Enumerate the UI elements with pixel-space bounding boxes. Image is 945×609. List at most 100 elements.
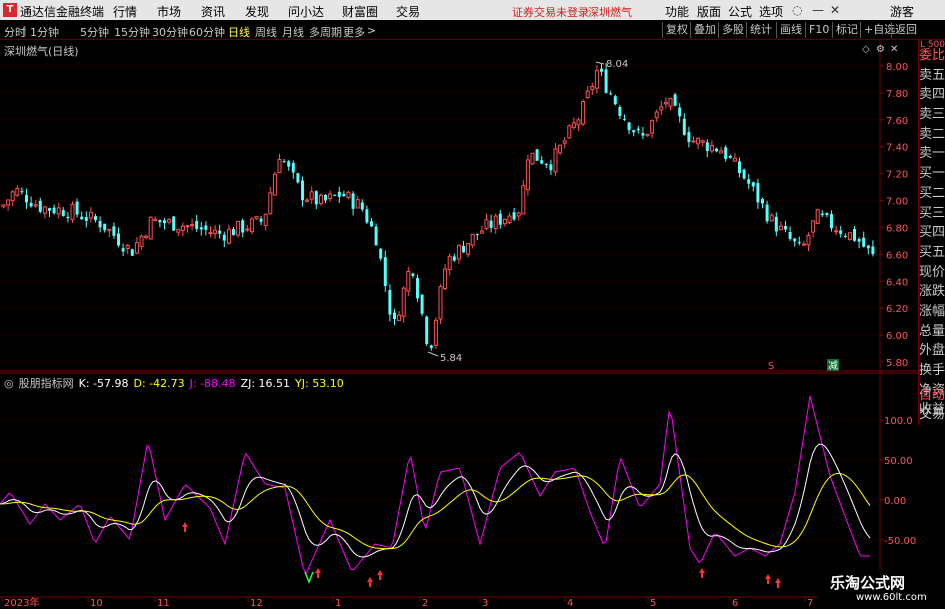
panel-item-2[interactable]: 卖四 [919,85,945,105]
panel-item-6[interactable]: 买一 [919,164,945,184]
candle-body [134,242,139,254]
period-1min[interactable]: 1分钟 [30,24,59,40]
candle-body [691,140,696,143]
candle-body [277,158,282,173]
indicator-k: K: -57.98 [78,377,129,390]
menu-gongshi[interactable]: 公式 [728,3,752,20]
candle-body [479,230,484,234]
period-30min[interactable]: 30分钟 [152,24,188,40]
panel-item-1[interactable]: 卖五 [919,66,945,86]
candle-body [530,152,535,165]
candle-body [866,245,870,249]
candle-body [309,191,314,200]
candle-body [103,223,107,231]
login-warning[interactable]: 证券交易未登录 [512,4,589,20]
chevron-right-icon[interactable]: > [367,24,376,37]
menu-banmian[interactable]: 版面 [697,3,721,20]
candle-body [342,193,346,197]
period-weekly[interactable]: 周线 [255,24,277,40]
candle-body [75,201,79,215]
candle-body [756,183,760,203]
minimize-icon[interactable]: — [812,3,824,17]
tool-f10[interactable]: F10 [805,22,832,38]
menu-jiaoyi[interactable]: 交易 [396,3,420,20]
candle-body [61,210,65,217]
panel-item-5[interactable]: 卖一 [919,144,945,164]
candle-body [355,199,360,209]
tool-diejia[interactable]: 叠加 [690,22,719,38]
period-15min[interactable]: 15分钟 [114,24,150,40]
tool-fanhui[interactable]: 返回 [891,22,920,38]
panel-item-7[interactable]: 买二 [919,184,945,204]
period-5min[interactable]: 5分钟 [80,24,109,40]
tool-huaxian[interactable]: 画线 [776,22,805,38]
panel-item-12[interactable]: 涨跌 [919,282,945,302]
guest-label[interactable]: 游客 [890,3,914,20]
tool-biaoji[interactable]: 标记 [832,22,861,38]
panel-auto[interactable]: 自动 [919,386,945,405]
candle-body [815,209,820,224]
period-daily[interactable]: 日线 [228,24,250,40]
candle-body [843,235,847,237]
menu-wenxiaoda[interactable]: 问小达 [288,3,324,20]
candle-body [94,216,97,221]
candle-body [301,180,304,201]
diamond-icon[interactable]: ◇ [862,44,870,55]
price-tick-label: 7.60 [886,116,908,127]
menu-shichang[interactable]: 市场 [157,3,181,20]
candle-body [121,248,125,252]
period-60min[interactable]: 60分钟 [189,24,225,40]
period-monthly[interactable]: 月线 [282,24,304,40]
panel-item-11[interactable]: 现价 [919,263,945,283]
menu-faxian[interactable]: 发现 [245,3,269,20]
menu-xuanxiang[interactable]: 选项 [759,3,783,20]
kline-chart[interactable]: 8.00 7.80 7.60 7.40 7.20 7.00 6.80 6.60 6.40 6.20… [0,40,918,372]
watermark-title: 乐淘公式网 [830,574,906,592]
tool-tongji[interactable]: 统计 [746,22,775,38]
candle-body [853,229,856,241]
panel-item-4[interactable]: 卖二 [919,125,945,145]
close-icon[interactable]: ✕ [830,3,840,17]
candle-body [493,215,498,230]
panel-item-13[interactable]: 涨幅 [919,302,945,322]
tool-fuquan[interactable]: 复权 [662,22,691,38]
candle-body [163,220,166,224]
panel-item-14[interactable]: 总量 [919,322,945,342]
candle-body [715,148,718,152]
headset-icon[interactable]: ◌ [792,3,802,17]
menu-zixun[interactable]: 资讯 [201,3,225,20]
panel-item-15[interactable]: 外盘 [919,341,945,361]
panel-item-3[interactable]: 卖三 [919,105,945,125]
candle-body [190,224,195,227]
candle-body [585,90,590,99]
candle-body [180,225,185,231]
menu-caifuquan[interactable]: 财富圈 [342,3,378,20]
candle-body [153,218,158,222]
candle-body [38,200,42,212]
candle-body [466,243,471,255]
panel-item-16[interactable]: 换手 [919,361,945,381]
menu-hangqing[interactable]: 行情 [113,3,137,20]
period-multi[interactable]: 多周期 [309,24,342,40]
panel-item-10[interactable]: 买五 [919,243,945,263]
indicator-name[interactable]: 股朋指标网 [19,377,74,390]
indicator-axis: 100.0 50.00 0.00 -50.00 [0,372,918,597]
indicator-chart[interactable]: 100.050.000.00-50.00 14:5614:5614:5614:5… [0,372,918,609]
candle-body [420,294,424,314]
period-more[interactable]: 更多 [343,24,365,40]
x-tick-label: 7 [807,598,813,609]
candle-body [452,256,456,261]
gear-icon[interactable]: ⚙ [876,44,885,55]
tool-duogu[interactable]: 多股 [718,22,747,38]
panel-item-8[interactable]: 买三 [919,204,945,224]
panel-item-9[interactable]: 买四 [919,223,945,243]
price-tick-label: 7.40 [886,143,908,154]
candle-body [540,160,544,164]
menu-gongneng[interactable]: 功能 [665,3,689,20]
candle-body [847,232,852,240]
indicator-toggle-icon[interactable]: ◎ [4,377,14,390]
panel-trade[interactable]: 交易 [919,405,945,424]
close-chart-icon[interactable]: ✕ [890,44,898,55]
candle-body [594,70,599,89]
candle-body [801,243,806,246]
